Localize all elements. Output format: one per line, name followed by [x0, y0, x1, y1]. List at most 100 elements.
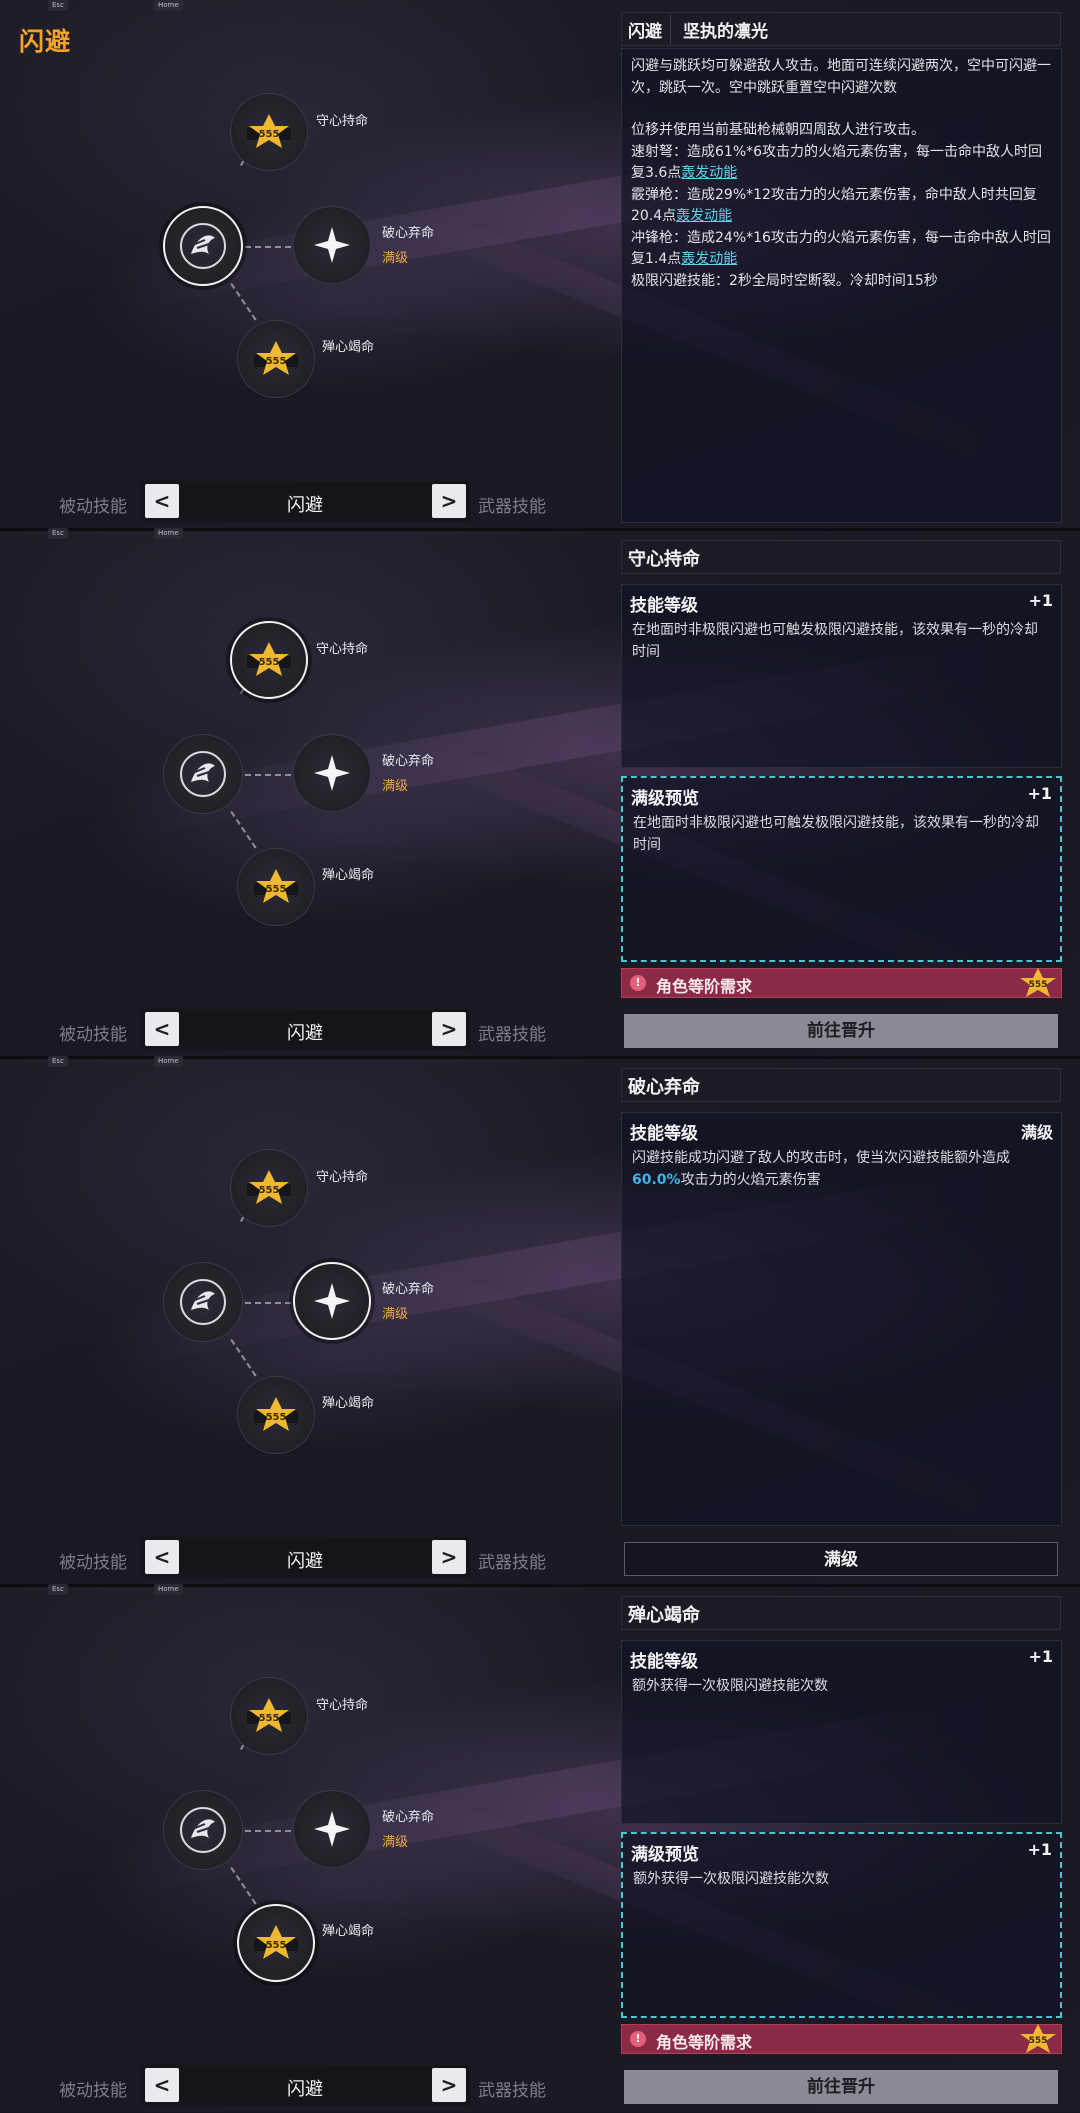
box-text: 在地面时非极限闪避也可触发极限闪避技能，该效果有一秒的冷却时间	[632, 622, 1038, 660]
skill-node-bottom[interactable]: 555	[237, 848, 315, 926]
description-line: 冲锋枪：造成24%*16攻击力的火焰元素伤害，每一击命中敌人时回复1.4点轰发动…	[631, 228, 1051, 271]
four-point-star-icon	[294, 207, 370, 283]
skill-node-bottom[interactable]: 555	[237, 320, 315, 398]
svg-text:555: 555	[266, 1412, 287, 1423]
go-promote-button[interactable]: 前往晋升	[624, 2070, 1058, 2104]
svg-text:555: 555	[259, 1185, 280, 1196]
skill-node-top[interactable]: 555	[230, 1149, 308, 1227]
dodge-skill-icon	[164, 1263, 242, 1341]
box-text: 在地面时非极限闪避也可触发极限闪避技能，该效果有一秒的冷却时间	[633, 815, 1039, 853]
nav-passive-skills[interactable]: 被动技能	[59, 1020, 127, 1045]
nav-current-skill: 闪避	[287, 2079, 323, 2100]
dodge-skill-node[interactable]	[163, 206, 243, 286]
svg-text:555: 555	[259, 657, 280, 668]
node-status-right: 满级	[382, 1307, 409, 1322]
esc-key-hint: Esc	[48, 1584, 68, 1595]
nav-passive-skills[interactable]: 被动技能	[59, 1548, 127, 1573]
skill-node-right[interactable]	[293, 1262, 371, 1340]
skill-level-box: 技能等级 +1 额外获得一次极限闪避技能次数	[621, 1640, 1062, 1824]
box-text: 额外获得一次极限闪避技能次数	[633, 1871, 829, 1887]
go-promote-button[interactable]: 前往晋升	[624, 1014, 1058, 1048]
requirement-text: 角色等阶需求	[656, 977, 753, 996]
nav-weapon-skills[interactable]: 武器技能	[478, 2076, 546, 2101]
requirement-text: 角色等阶需求	[656, 2033, 753, 2052]
tree-connector	[245, 1302, 291, 1304]
esc-key-hint: Esc	[48, 528, 68, 539]
box-text: 额外获得一次极限闪避技能次数	[632, 1678, 828, 1694]
rank-star-icon: 555	[231, 1150, 307, 1226]
svg-text:555: 555	[266, 884, 287, 895]
dodge-skill-icon	[165, 208, 241, 284]
node-label-bottom: 殚心竭命	[322, 868, 375, 883]
nav-prev-button[interactable]: <	[145, 484, 179, 518]
skill-node-top[interactable]: 555	[230, 1677, 308, 1755]
skill-node-bottom[interactable]: 555	[237, 1904, 315, 1982]
keyword-link[interactable]: 轰发动能	[676, 208, 732, 224]
nav-passive-skills[interactable]: 被动技能	[59, 492, 127, 517]
node-label-top: 守心持命	[316, 114, 369, 129]
esc-key-hint: Esc	[48, 0, 68, 11]
alert-icon: !	[630, 2031, 646, 2047]
highlight-value: 60.0%	[632, 1172, 681, 1188]
dodge-skill-icon	[164, 1791, 242, 1869]
node-status-right: 满级	[382, 251, 409, 266]
alert-icon: !	[630, 975, 646, 991]
skill-level-box: 技能等级 +1 在地面时非极限闪避也可触发极限闪避技能，该效果有一秒的冷却时间	[621, 584, 1062, 768]
esc-key-hint: Esc	[48, 1056, 68, 1067]
dodge-skill-node[interactable]	[163, 1262, 243, 1342]
skill-node-top[interactable]: 555	[230, 93, 308, 171]
skill-description: 闪避与跳跃均可躲避敌人攻击。地面可连续闪避两次，空中可闪避一次，跳跃一次。空中跳…	[631, 56, 1051, 292]
rank-star-icon: 555	[238, 321, 314, 397]
nav-next-button[interactable]: >	[432, 1540, 466, 1574]
skill-node-right[interactable]	[293, 1790, 371, 1868]
rank-star-icon: 555	[231, 94, 307, 170]
screen-panel-2: Esc Home 555 555 守心持命 破心弃命 满级 殚心竭命 被动技能 …	[0, 528, 1080, 1056]
nav-next-button[interactable]: >	[432, 2068, 466, 2102]
nav-next-button[interactable]: >	[432, 1012, 466, 1046]
node-label-right: 破心弃命	[382, 1810, 435, 1825]
nav-weapon-skills[interactable]: 武器技能	[478, 1548, 546, 1573]
max-level-preview-box: 满级预览 +1 额外获得一次极限闪避技能次数	[621, 1832, 1062, 2018]
detail-header-tag: 闪避	[628, 22, 662, 42]
rank-star-icon: 555	[231, 1678, 307, 1754]
nav-current-skill: 闪避	[287, 495, 323, 516]
tree-connector	[245, 246, 291, 248]
skill-node-right[interactable]	[293, 206, 371, 284]
nav-prev-button[interactable]: <	[145, 1540, 179, 1574]
screenshot-root: { "keys": {"esc": "Esc", "home": "Home"}…	[0, 0, 1080, 2113]
tree-connector	[245, 774, 291, 776]
node-label-right: 破心弃命	[382, 754, 435, 769]
description-paragraph: 闪避与跳跃均可躲避敌人攻击。地面可连续闪避两次，空中可闪避一次，跳跃一次。空中跳…	[631, 58, 1051, 96]
skill-node-bottom[interactable]: 555	[237, 1376, 315, 1454]
screen-panel-3: Esc Home 555 555 守心持命 破心弃命 满级 殚心竭命 被动技能 …	[0, 1056, 1080, 1584]
detail-header-name: 坚执的凛光	[683, 22, 768, 42]
node-label-bottom: 殚心竭命	[322, 1924, 375, 1939]
box-text-part: 闪避技能成功闪避了敌人的攻击时，使当次闪避技能额外造成	[632, 1150, 1010, 1166]
detail-header-name: 破心弃命	[628, 1077, 700, 1098]
box-title: 满级预览	[631, 1845, 699, 1865]
rank-star-icon: 555	[1016, 967, 1060, 999]
description-paragraph: 极限闪避技能：2秒全局时空断裂。冷却时间15秒	[631, 272, 938, 289]
nav-weapon-skills[interactable]: 武器技能	[478, 1020, 546, 1045]
nav-prev-button[interactable]: <	[145, 2068, 179, 2102]
node-label-top: 守心持命	[316, 642, 369, 657]
nav-prev-button[interactable]: <	[145, 1012, 179, 1046]
keyword-link[interactable]: 轰发动能	[681, 165, 737, 181]
svg-text:555: 555	[266, 356, 287, 367]
keyword-link[interactable]: 轰发动能	[681, 251, 737, 267]
dodge-skill-icon	[164, 735, 242, 813]
nav-weapon-skills[interactable]: 武器技能	[478, 492, 546, 517]
home-key-hint: Home	[154, 1056, 183, 1067]
dodge-skill-node[interactable]	[163, 734, 243, 814]
skill-node-top[interactable]: 555	[230, 621, 308, 699]
nav-next-button[interactable]: >	[432, 484, 466, 518]
detail-header-name: 殚心竭命	[628, 1605, 700, 1626]
box-title: 技能等级	[630, 596, 698, 616]
dodge-skill-node[interactable]	[163, 1790, 243, 1870]
box-level-status: 满级	[1020, 1123, 1053, 1142]
node-label-top: 守心持命	[316, 1698, 369, 1713]
skill-node-right[interactable]	[293, 734, 371, 812]
description-line: 霰弹枪：造成29%*12攻击力的火焰元素伤害，命中敌人时共回复20.4点轰发动能	[631, 185, 1051, 228]
max-level-button[interactable]: 满级	[624, 1542, 1058, 1576]
nav-passive-skills[interactable]: 被动技能	[59, 2076, 127, 2101]
